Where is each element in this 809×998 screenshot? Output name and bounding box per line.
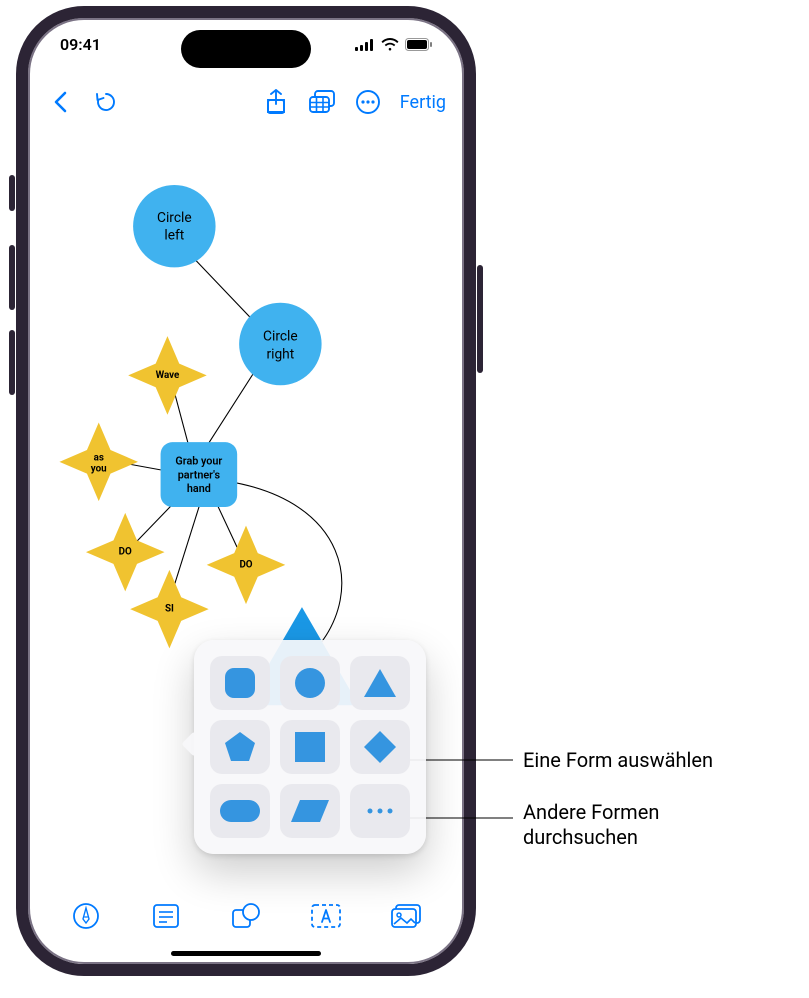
text-tool[interactable] xyxy=(306,896,346,936)
shape-triangle[interactable] xyxy=(350,656,410,710)
undo-button[interactable] xyxy=(88,84,124,120)
note-tool[interactable] xyxy=(146,896,186,936)
volume-switch xyxy=(9,175,15,211)
power-button xyxy=(477,265,483,373)
home-indicator xyxy=(171,951,321,956)
cellular-icon xyxy=(355,39,375,51)
shape-rounded-square[interactable] xyxy=(210,656,270,710)
svg-text:DO: DO xyxy=(119,547,132,558)
svg-text:left: left xyxy=(164,228,184,244)
more-button[interactable] xyxy=(350,84,386,120)
draw-tool[interactable] xyxy=(66,896,106,936)
phone-frame: 09:41 xyxy=(16,6,476,976)
svg-text:hand: hand xyxy=(187,482,211,495)
ellipsis-circle-icon xyxy=(355,89,381,115)
svg-text:Grab your: Grab your xyxy=(175,455,222,468)
bottom-toolbar xyxy=(28,892,464,940)
share-button[interactable] xyxy=(258,84,294,120)
media-tool[interactable] xyxy=(386,896,426,936)
status-time: 09:41 xyxy=(60,35,101,54)
sticky-note-icon xyxy=(153,904,179,928)
boards-icon xyxy=(309,90,335,114)
battery-icon xyxy=(405,38,432,51)
svg-text:DO: DO xyxy=(239,560,252,571)
dynamic-island xyxy=(181,30,311,68)
ellipsis-icon xyxy=(365,806,395,816)
svg-text:right: right xyxy=(266,346,294,362)
svg-text:SI: SI xyxy=(165,604,174,615)
shape-square[interactable] xyxy=(280,720,340,774)
shapes-tool[interactable] xyxy=(226,896,266,936)
shape-circle[interactable] xyxy=(280,656,340,710)
wifi-icon xyxy=(381,38,399,51)
shape-parallelogram[interactable] xyxy=(280,784,340,838)
shapes-icon xyxy=(232,903,260,929)
callout-select-shape: Eine Form auswählen xyxy=(523,748,713,773)
callout-browse-shapes: Andere Formendurchsuchen xyxy=(523,800,659,850)
status-icons xyxy=(355,38,432,51)
shapes-popover xyxy=(194,640,426,854)
share-icon xyxy=(265,89,287,115)
svg-text:you: you xyxy=(91,463,107,474)
text-box-icon xyxy=(311,904,341,928)
undo-icon xyxy=(94,90,118,114)
back-button[interactable] xyxy=(42,84,78,120)
svg-text:partner's: partner's xyxy=(178,468,221,481)
photo-icon xyxy=(391,904,421,928)
top-toolbar: Fertig xyxy=(28,80,464,124)
svg-text:Circle: Circle xyxy=(157,210,192,226)
svg-text:as: as xyxy=(94,452,104,463)
pen-icon xyxy=(73,903,99,929)
svg-text:Circle: Circle xyxy=(263,329,298,345)
chevron-left-icon xyxy=(53,91,67,113)
shape-diamond[interactable] xyxy=(350,720,410,774)
done-button[interactable]: Fertig xyxy=(396,92,450,113)
svg-text:Wave: Wave xyxy=(156,370,180,381)
shape-capsule[interactable] xyxy=(210,784,270,838)
volume-up xyxy=(9,245,15,310)
boards-button[interactable] xyxy=(304,84,340,120)
volume-down xyxy=(9,330,15,395)
shape-pentagon[interactable] xyxy=(210,720,270,774)
shape-more-button[interactable] xyxy=(350,784,410,838)
